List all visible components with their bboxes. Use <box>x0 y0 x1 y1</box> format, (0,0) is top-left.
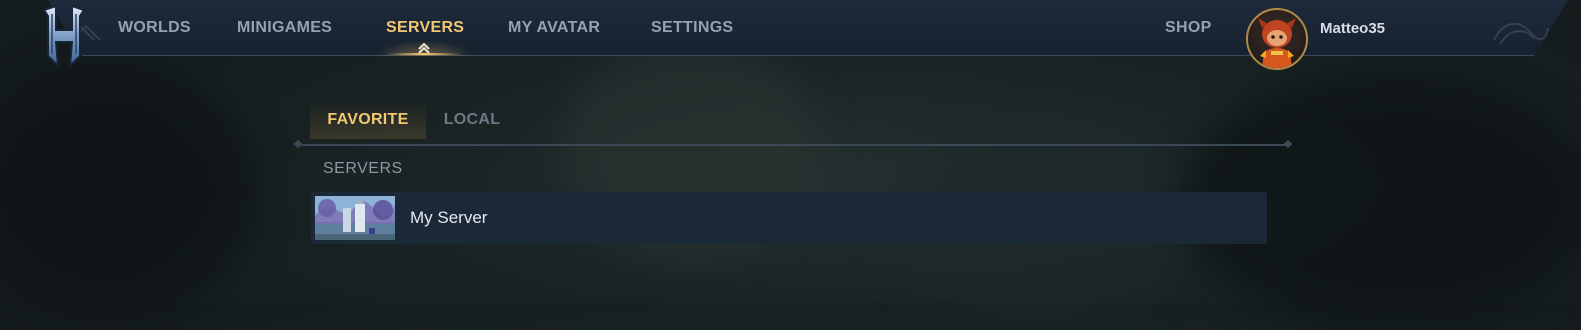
nav-servers[interactable]: SERVERS <box>386 19 464 37</box>
username[interactable]: Matteo35 <box>1320 20 1385 37</box>
nav-shop[interactable]: SHOP <box>1165 19 1212 37</box>
nav-settings[interactable]: SETTINGS <box>651 19 733 37</box>
server-list-item[interactable]: My Server <box>311 192 1267 244</box>
background-forest-left <box>0 60 260 320</box>
avatar[interactable] <box>1246 8 1308 70</box>
chevron-up-icon <box>418 43 430 53</box>
nav-minigames[interactable]: MINIGAMES <box>237 19 332 37</box>
server-thumbnail-image <box>315 196 395 240</box>
tabs-divider <box>298 144 1288 146</box>
tab-favorite[interactable]: FAVORITE <box>310 101 426 139</box>
nav-worlds[interactable]: WORLDS <box>118 19 191 37</box>
avatar-character-icon <box>1258 18 1296 68</box>
section-heading-servers: SERVERS <box>323 160 403 177</box>
top-navigation-divider <box>82 55 1534 56</box>
nav-active-underline <box>386 53 462 55</box>
game-logo-h-icon[interactable] <box>40 4 88 70</box>
ornament-right-icon <box>1493 22 1549 45</box>
nav-my-avatar[interactable]: MY AVATAR <box>508 19 600 37</box>
tab-local[interactable]: LOCAL <box>432 101 512 139</box>
server-name: My Server <box>410 208 488 227</box>
